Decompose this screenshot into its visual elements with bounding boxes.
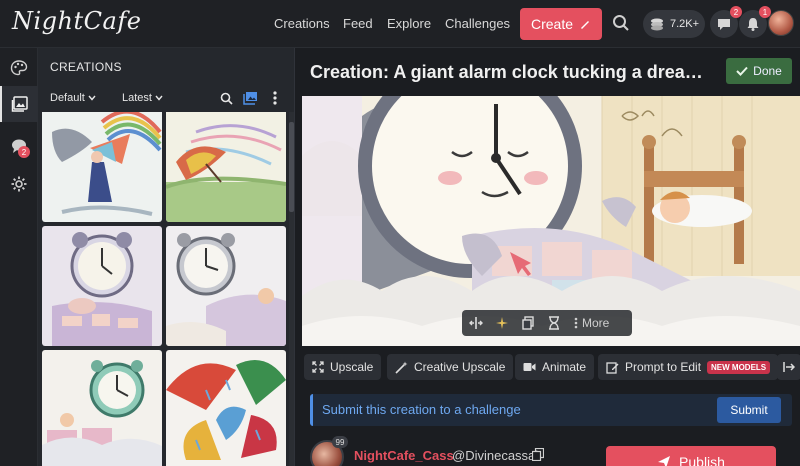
send-icon <box>658 456 671 466</box>
image-toolbar: More <box>462 310 632 336</box>
thumbnail-girl-with-rainbow-umbrella[interactable] <box>42 112 162 222</box>
done-label: Done <box>753 64 782 78</box>
exit-arrow-icon <box>783 362 795 372</box>
gallery-icon <box>11 96 28 112</box>
author-handle: @Divinecassai <box>452 448 539 463</box>
sort-dropdown[interactable]: Latest <box>122 92 163 104</box>
chat-bubble-icon <box>718 19 730 30</box>
rail-item-gallery[interactable] <box>0 86 38 122</box>
thumbnail-umbrellas-in-rain[interactable] <box>166 350 286 466</box>
panel-scrollbar[interactable] <box>289 112 294 466</box>
author-row: 99 NightCafe_Cass @Divinecassai Publish <box>310 436 790 466</box>
credits-count: 7.2K+ <box>670 18 700 30</box>
new-models-tag: NEW MODELS <box>707 360 771 374</box>
author-name[interactable]: NightCafe_Cass <box>354 448 454 463</box>
copy-icon[interactable] <box>532 448 544 461</box>
nightcafe-logo[interactable]: NightCafe <box>12 7 141 35</box>
nav-challenges[interactable]: Challenges <box>445 16 510 31</box>
credits-pill[interactable]: 7.2K+ <box>643 10 705 38</box>
filter-dropdown[interactable]: Default <box>50 92 96 104</box>
challenge-text: Submit this creation to a challenge <box>322 402 521 417</box>
filter-label: Default <box>50 92 85 104</box>
action-bar: Upscale Creative Upscale Animate Prompt … <box>296 348 800 386</box>
rail-item-chat[interactable]: 2 <box>0 128 38 164</box>
nav-explore[interactable]: Explore <box>387 16 431 31</box>
rail-item-style[interactable] <box>0 50 38 86</box>
creation-image[interactable] <box>302 96 800 346</box>
sort-label: Latest <box>122 92 152 104</box>
main-area: Creation: A giant alarm clock tucking a … <box>296 48 800 466</box>
submit-challenge-button[interactable]: Submit <box>717 397 781 423</box>
thumbnail-alarm-clock-tucking-child-1[interactable] <box>42 226 162 346</box>
create-button-label: Create <box>530 16 574 32</box>
bell-icon <box>747 18 759 31</box>
left-rail: 2 <box>0 48 38 466</box>
share-exit-button[interactable] <box>777 354 800 380</box>
prompt-to-edit-label: Prompt to Edit <box>625 360 702 374</box>
search-icon[interactable] <box>612 14 630 37</box>
panel-title: CREATIONS <box>50 60 122 74</box>
animate-button[interactable]: Animate <box>515 354 595 380</box>
chevron-down-icon <box>155 95 163 101</box>
brush-icon <box>581 21 590 29</box>
nav-feed[interactable]: Feed <box>343 16 373 31</box>
more-vertical-icon <box>574 317 578 329</box>
thumbnail-umbrella-flying-in-wind[interactable] <box>166 112 286 222</box>
coins-icon <box>651 18 663 31</box>
more-vertical-icon[interactable] <box>266 89 284 107</box>
magic-wand-icon <box>395 361 408 374</box>
edit-icon <box>606 361 619 374</box>
image-view-icon[interactable] <box>241 89 259 107</box>
palette-icon <box>10 60 28 76</box>
challenge-banner: Submit this creation to a challenge Subm… <box>310 394 792 426</box>
search-icon[interactable] <box>217 89 235 107</box>
image-more-button[interactable]: More <box>574 316 609 330</box>
image-more-label: More <box>582 316 610 330</box>
done-button[interactable]: Done <box>726 58 792 84</box>
messages-button[interactable]: 2 <box>710 6 742 38</box>
chevron-down-icon <box>88 95 96 101</box>
notifications-button[interactable]: 1 <box>739 6 771 38</box>
scrollbar-thumb[interactable] <box>289 122 294 212</box>
creations-panel: CREATIONS Default Latest <box>38 48 295 466</box>
thumbnail-teal-clock-in-clouds[interactable] <box>42 350 162 466</box>
publish-label: Publish <box>679 454 725 466</box>
upscale-button[interactable]: Upscale <box>304 354 382 380</box>
video-icon <box>523 363 536 371</box>
check-icon <box>736 66 748 76</box>
expand-icon <box>312 361 324 373</box>
hourglass-icon[interactable] <box>546 315 562 331</box>
creations-grid <box>42 112 289 466</box>
creative-upscale-button[interactable]: Creative Upscale <box>387 354 514 380</box>
compare-icon[interactable] <box>468 315 484 331</box>
author-level-badge: 99 <box>332 436 348 448</box>
gear-icon <box>11 176 27 192</box>
panel-toolbar: Default Latest <box>38 86 295 112</box>
chat-badge: 2 <box>18 146 30 158</box>
create-button[interactable]: Create <box>520 8 602 40</box>
thumbnail-alarm-clock-tucking-child-2[interactable] <box>166 226 286 346</box>
publish-button[interactable]: Publish <box>606 446 776 466</box>
rail-item-settings[interactable] <box>0 166 38 202</box>
animate-label: Animate <box>542 360 587 374</box>
top-nav: NightCafe Creations Feed Explore Challen… <box>0 0 800 48</box>
upscale-label: Upscale <box>330 360 374 374</box>
page-title: Creation: A giant alarm clock tucking a … <box>310 62 710 82</box>
prompt-to-edit-button[interactable]: Prompt to Edit NEW MODELS <box>598 354 779 380</box>
creative-upscale-label: Creative Upscale <box>414 360 506 374</box>
duplicate-icon[interactable] <box>520 315 536 331</box>
user-avatar[interactable] <box>768 10 794 36</box>
sparkle-icon[interactable] <box>494 315 510 331</box>
nav-creations[interactable]: Creations <box>274 16 330 31</box>
